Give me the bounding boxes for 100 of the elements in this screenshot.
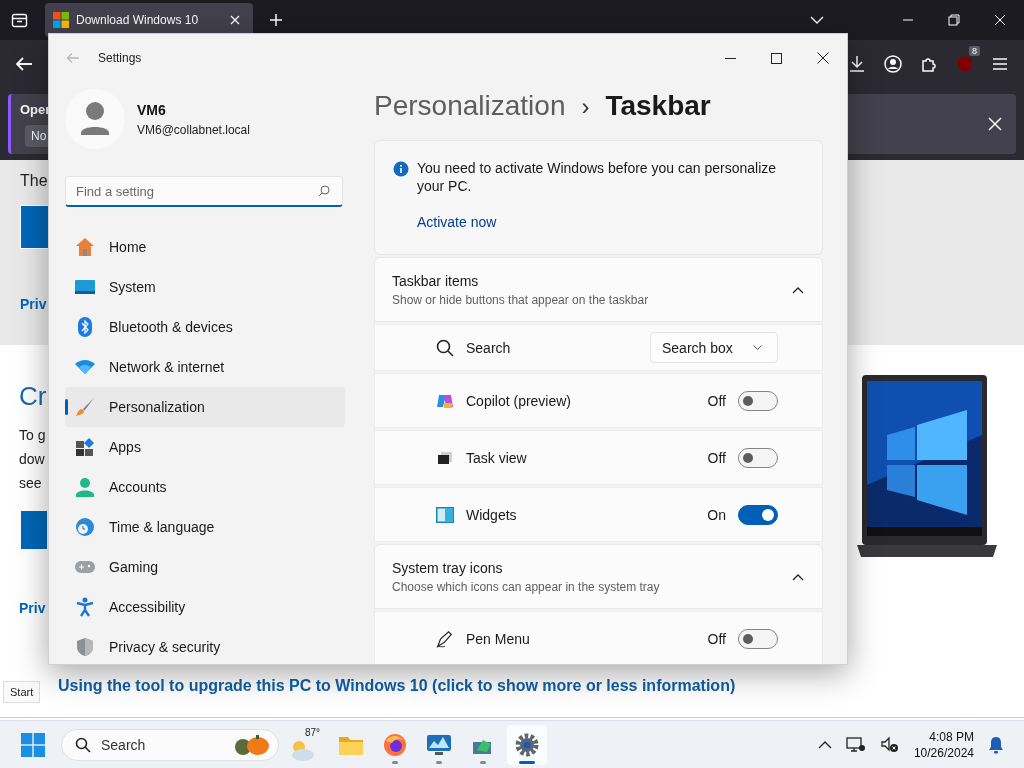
settings-search-field[interactable]: Find a setting [65, 176, 343, 207]
clock-time: 4:08 PM [929, 728, 974, 745]
chevron-icon[interactable] [792, 285, 804, 294]
toggle-switch[interactable] [738, 447, 778, 468]
person-icon [75, 477, 95, 497]
widgets-icon [436, 506, 454, 523]
toggle-state: On [707, 506, 726, 523]
temperature: 87° [305, 726, 321, 738]
nav-item[interactable]: Time & language [65, 507, 345, 547]
chevron-icon[interactable] [792, 572, 804, 581]
toggle-switch[interactable] [738, 504, 778, 525]
window-title: Settings [98, 51, 142, 65]
wifi-icon [75, 360, 95, 374]
paragraph-line: To g [19, 426, 46, 445]
extension-badge: 8 [969, 46, 980, 56]
search-icon [75, 736, 91, 753]
maximize-icon[interactable] [771, 52, 782, 64]
setting-label: Search [466, 339, 511, 356]
section-header[interactable]: System tray icons Choose which icons can appear in the system tray [374, 544, 823, 609]
download-icon[interactable] [848, 55, 866, 73]
puzzle-piece-icon[interactable] [920, 55, 938, 73]
new-tab-icon[interactable] [269, 13, 283, 27]
speaker-muted-icon[interactable] [879, 735, 900, 754]
accessibility-figure-icon [75, 597, 95, 617]
house-icon [75, 237, 95, 257]
setting-label: Task view [466, 449, 527, 466]
bluetooth-icon [75, 317, 95, 337]
search-icon [318, 185, 330, 197]
nav-item[interactable]: Accounts [65, 467, 345, 507]
toggle-state: Off [707, 630, 726, 647]
search-icon [436, 338, 454, 357]
avatar-icon [65, 89, 125, 149]
section-title: System tray icons [392, 559, 504, 576]
nav-item[interactable]: System [65, 267, 345, 307]
paragraph-line: see [19, 474, 43, 493]
restore-icon[interactable] [948, 14, 960, 26]
notification-button[interactable]: No [25, 124, 50, 147]
user-email: VM6@collabnet.local [137, 122, 250, 137]
page-link[interactable]: Priv [20, 293, 47, 315]
toggle-state: Off [707, 449, 726, 466]
start-icon[interactable] [21, 732, 45, 757]
nav-item[interactable]: Personalization [65, 387, 345, 427]
tab-list-icon[interactable] [11, 12, 28, 28]
taskbar-search-field[interactable]: Search [61, 728, 279, 761]
display-icon [75, 280, 95, 294]
user-name: VM6 [137, 101, 167, 118]
dropdown[interactable]: Search box [650, 332, 778, 363]
tab-title: Download Windows 10 [76, 13, 199, 27]
globe-clock-icon [75, 517, 95, 537]
info-icon [393, 161, 409, 177]
section-header[interactable]: Taskbar items Show or hide buttons that appear on the taskbar [374, 257, 823, 322]
toggle-switch[interactable] [738, 628, 778, 649]
network-monitor-icon[interactable] [845, 735, 866, 754]
shield-icon [75, 637, 95, 657]
activate-link[interactable]: Activate now [417, 214, 497, 230]
expander-link[interactable]: Using the tool to upgrade this PC to Windows 10 (click to show more or less information) [58, 677, 736, 695]
taskbar-app[interactable] [507, 724, 547, 765]
nav-item[interactable]: Gaming [65, 547, 345, 587]
setting-label: Copilot (preview) [466, 392, 572, 409]
toggle-switch[interactable] [738, 390, 778, 411]
caret-icon [753, 344, 762, 351]
windows-logo-icon [53, 12, 69, 28]
paragraph-line: dow [19, 450, 46, 469]
breadcrumb-parent[interactable]: Personalization [374, 90, 566, 122]
gamepad-icon [75, 560, 95, 574]
bell-icon[interactable] [988, 735, 1004, 754]
monitor-chart-icon [426, 733, 452, 756]
clock-date: 10/26/2024 [913, 744, 974, 761]
close-icon[interactable] [817, 52, 829, 64]
close-tab-icon[interactable] [229, 14, 241, 26]
page-title: Taskbar [605, 90, 711, 122]
activation-message: You need to activate Windows before you can personalize your PC. [417, 159, 778, 195]
nav-item[interactable]: Network & internet [65, 347, 345, 387]
chevron-up-icon[interactable] [817, 739, 832, 750]
nav-item[interactable]: Bluetooth & devices [65, 307, 345, 347]
section-title: Taskbar items [392, 272, 480, 289]
nav-item[interactable]: Home [65, 227, 345, 267]
setting-label: Pen Menu [466, 630, 530, 647]
apps-grid-icon [75, 437, 95, 457]
fox-globe-icon [383, 732, 407, 757]
gear-icon [515, 732, 539, 757]
breadcrumb-separator: › [581, 93, 590, 121]
page-text: The [20, 171, 48, 191]
notification-title: Oper [20, 101, 51, 117]
setting-label: Widgets [466, 506, 517, 523]
nav-item[interactable]: Accessibility [65, 587, 345, 627]
page-button[interactable] [20, 205, 48, 249]
nav-item[interactable]: Apps [65, 427, 345, 467]
page-link[interactable]: Priv [19, 597, 46, 619]
account-icon[interactable] [884, 55, 902, 73]
task-view-icon [436, 450, 454, 465]
pen-icon [436, 628, 454, 649]
nav-item[interactable]: Privacy & security [65, 627, 345, 664]
tooltip: Start [3, 681, 41, 703]
tab-overflow-chevron-icon[interactable] [810, 15, 824, 25]
toggle-state: Off [707, 392, 726, 409]
pumpkin-icon [234, 733, 270, 756]
menu-icon[interactable] [992, 57, 1008, 71]
section-subtitle: Show or hide buttons that appear on the taskbar [392, 292, 649, 307]
section-subtitle: Choose which icons can appear in the system tray [392, 579, 660, 594]
